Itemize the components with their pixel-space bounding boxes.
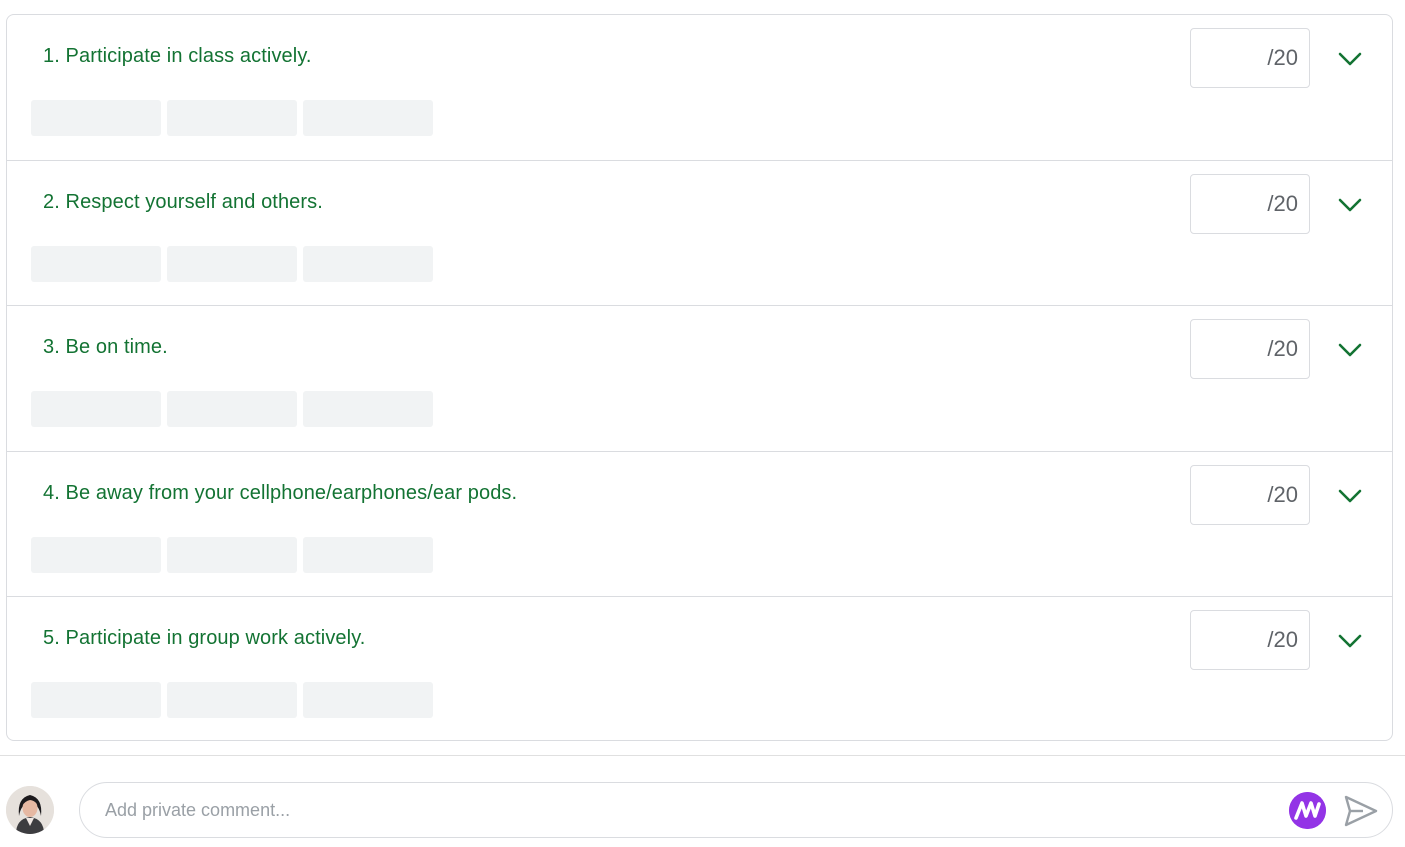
score-suffix: /20 — [1267, 481, 1298, 507]
rating-level[interactable] — [167, 536, 297, 573]
score-input[interactable]: /20 — [1190, 610, 1310, 671]
rating-level[interactable] — [303, 682, 433, 719]
rubric-criterion: 3. Be on time. /20 — [7, 306, 1392, 452]
score-suffix: /20 — [1267, 45, 1298, 70]
chevron-down-icon[interactable] — [1337, 192, 1363, 218]
chevron-down-icon[interactable] — [1337, 337, 1363, 363]
chevron-down-icon[interactable] — [1337, 46, 1363, 72]
criterion-title: 4. Be away from your cellphone/earphones… — [43, 481, 518, 504]
score-suffix: /20 — [1267, 190, 1298, 216]
send-icon[interactable] — [1343, 794, 1379, 828]
rating-levels — [31, 536, 433, 573]
rubric-panel: 1. Participate in class actively. /20 2.… — [6, 14, 1393, 741]
rating-levels — [31, 391, 433, 428]
rating-level[interactable] — [167, 245, 297, 282]
rating-levels — [31, 100, 433, 136]
score-input[interactable]: /20 — [1190, 319, 1310, 380]
rating-level[interactable] — [303, 100, 433, 136]
avatar-image — [6, 786, 54, 834]
score-input[interactable]: /20 — [1190, 173, 1310, 234]
rating-level[interactable] — [31, 536, 161, 573]
chevron-down-icon[interactable] — [1337, 483, 1363, 509]
rating-level[interactable] — [167, 391, 297, 428]
rubric-criterion: 1. Participate in class actively. /20 — [7, 15, 1392, 161]
score-input[interactable]: /20 — [1190, 464, 1310, 525]
section-divider — [0, 755, 1405, 756]
rubric-criterion: 2. Respect yourself and others. /20 — [7, 161, 1392, 307]
rating-level[interactable] — [31, 245, 161, 282]
rating-level[interactable] — [303, 536, 433, 573]
criterion-title: 2. Respect yourself and others. — [43, 190, 323, 213]
rubric-criterion: 5. Participate in group work actively. /… — [7, 597, 1392, 740]
avatar — [6, 786, 54, 834]
chevron-down-icon[interactable] — [1337, 628, 1363, 654]
rating-level[interactable] — [167, 100, 297, 136]
rating-level[interactable] — [303, 391, 433, 428]
rating-level[interactable] — [167, 682, 297, 719]
score-suffix: /20 — [1267, 336, 1298, 362]
score-suffix: /20 — [1267, 627, 1298, 653]
score-input[interactable]: /20 — [1190, 28, 1310, 88]
rating-levels — [31, 245, 433, 282]
rating-level[interactable] — [303, 245, 433, 282]
rating-level[interactable] — [31, 100, 161, 136]
private-comment-input[interactable] — [103, 798, 1257, 822]
criterion-title: 5. Participate in group work actively. — [43, 627, 366, 650]
rubric-criterion: 4. Be away from your cellphone/earphones… — [7, 452, 1392, 598]
criterion-title: 1. Participate in class actively. — [43, 45, 312, 67]
extension-m-icon[interactable] — [1289, 792, 1326, 829]
rating-level[interactable] — [31, 682, 161, 719]
rating-levels — [31, 682, 433, 719]
rating-level[interactable] — [31, 391, 161, 428]
criterion-title: 3. Be on time. — [43, 336, 168, 359]
private-comment-box — [79, 782, 1393, 838]
